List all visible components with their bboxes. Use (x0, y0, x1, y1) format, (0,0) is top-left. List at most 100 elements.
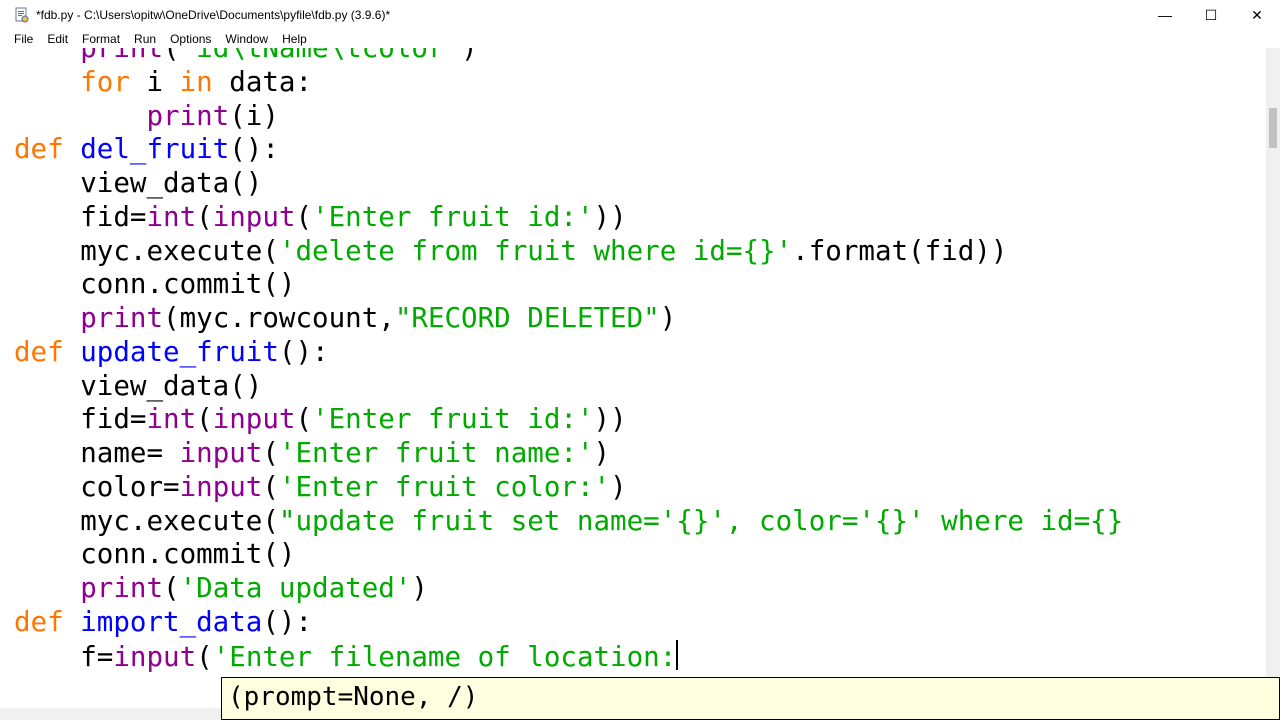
code-token: int (146, 403, 197, 436)
menu-edit[interactable]: Edit (40, 32, 75, 46)
code-line[interactable]: view_data() (14, 370, 1123, 404)
code-token: ) (593, 437, 611, 469)
code-token: ) (461, 48, 478, 64)
close-button[interactable]: ✕ (1234, 0, 1280, 30)
code-token: 'Enter fruit name:' (278, 437, 594, 469)
code-token: (myc.rowcount, (163, 302, 395, 334)
code-token: del_fruit (80, 133, 230, 166)
code-token: input (212, 403, 296, 436)
code-token: .format(fid)) (792, 234, 1008, 267)
code-token: 'Enter fruit color:' (278, 470, 611, 503)
code-text[interactable]: print('id\tName\tcolor') for i in data: … (14, 48, 1123, 673)
code-token: (): (229, 133, 279, 166)
code-line[interactable]: myc.execute("update fruit set name='{}',… (14, 505, 1123, 539)
code-token: print (80, 302, 164, 334)
minimize-button[interactable]: — (1142, 0, 1188, 30)
code-token: 'delete from fruit where id={}' (278, 234, 793, 267)
code-token: input (212, 200, 296, 233)
code-token: "update fruit set name='{}', color='{}' … (278, 504, 1124, 537)
text-cursor (676, 639, 679, 670)
code-line[interactable]: color=input('Enter fruit color:') (14, 471, 1123, 505)
code-token: print (146, 99, 230, 132)
code-token: ) (610, 470, 627, 503)
code-line[interactable]: def import_data(): (14, 606, 1123, 640)
code-token: in (179, 65, 213, 98)
calltip-popup: (prompt=None, /) (221, 677, 1280, 720)
code-token: myc.execute( (14, 504, 279, 537)
code-token: 'Enter fruit id:' (312, 403, 594, 436)
code-token: def (14, 605, 64, 638)
menu-window[interactable]: Window (218, 32, 275, 46)
code-token: 'Enter filename of location: (212, 640, 677, 673)
code-token: view_data() (14, 167, 263, 199)
status-bar (0, 708, 221, 720)
code-token: myc.execute( (14, 234, 279, 267)
menu-run[interactable]: Run (127, 32, 163, 46)
code-token: input (113, 640, 197, 673)
code-line[interactable]: print('Data updated') (14, 572, 1123, 606)
scrollbar-thumb[interactable] (1269, 108, 1277, 148)
code-token: i (129, 65, 180, 98)
code-line[interactable]: print(i) (14, 100, 1123, 134)
code-token: ( (196, 640, 213, 673)
code-token: data: (212, 65, 313, 98)
code-token: ) (411, 572, 428, 604)
maximize-button[interactable]: ☐ (1188, 0, 1234, 30)
code-token: ( (163, 572, 180, 604)
code-token: update_fruit (80, 335, 279, 368)
menu-options[interactable]: Options (163, 32, 218, 46)
code-token: print (80, 48, 164, 64)
code-token: name= (14, 437, 180, 469)
code-token: ( (262, 437, 279, 469)
code-line[interactable]: f=input('Enter filename of location: (14, 639, 1123, 674)
code-token: color= (14, 470, 180, 503)
code-line[interactable]: myc.execute('delete from fruit where id=… (14, 235, 1123, 269)
code-token: fid= (14, 200, 147, 233)
window-title: *fdb.py - C:\Users\opitw\OneDrive\Docume… (36, 8, 391, 22)
code-editor[interactable]: print('id\tName\tcolor') for i in data: … (0, 48, 1266, 708)
code-token: ( (295, 200, 313, 233)
code-token: conn.commit() (14, 268, 296, 301)
code-line[interactable]: fid=int(input('Enter fruit id:')) (14, 403, 1123, 437)
code-line[interactable]: name= input('Enter fruit name:') (14, 437, 1123, 471)
code-line[interactable]: conn.commit() (14, 538, 1123, 572)
code-token: ( (163, 48, 180, 64)
code-line[interactable]: def update_fruit(): (14, 336, 1123, 370)
menu-bar: File Edit Format Run Options Window Help (0, 30, 1280, 49)
code-line[interactable]: for i in data: (14, 66, 1123, 100)
code-token: for (80, 65, 130, 98)
code-token: input (179, 470, 263, 503)
menu-format[interactable]: Format (75, 32, 127, 46)
idle-file-icon[interactable] (14, 7, 30, 23)
code-token: input (179, 437, 263, 469)
code-token: ) (659, 302, 677, 334)
code-token: import_data (80, 605, 263, 638)
code-line[interactable]: fid=int(input('Enter fruit id:')) (14, 201, 1123, 235)
code-token: view_data() (14, 369, 263, 402)
code-line[interactable]: print('id\tName\tcolor') (14, 48, 1123, 66)
code-token: 'Enter fruit id:' (312, 200, 594, 233)
code-line[interactable]: print(myc.rowcount,"RECORD DELETED") (14, 302, 1123, 336)
code-token: conn.commit() (14, 538, 296, 571)
code-token: ( (196, 200, 213, 233)
code-token: fid= (14, 403, 147, 436)
code-token: 'Data updated' (179, 572, 412, 604)
code-token: )) (593, 403, 627, 436)
vertical-scrollbar[interactable] (1266, 48, 1280, 708)
code-token: 'id\tName\tcolor' (179, 48, 462, 64)
code-token: (): (278, 335, 329, 368)
code-token: (i) (229, 99, 279, 132)
menu-help[interactable]: Help (275, 32, 314, 46)
code-line[interactable]: def del_fruit(): (14, 133, 1123, 167)
window-controls: — ☐ ✕ (1142, 0, 1280, 30)
code-line[interactable]: view_data() (14, 167, 1123, 201)
code-token: f= (14, 640, 114, 673)
menu-file[interactable]: File (0, 32, 40, 46)
code-line[interactable]: conn.commit() (14, 268, 1123, 302)
